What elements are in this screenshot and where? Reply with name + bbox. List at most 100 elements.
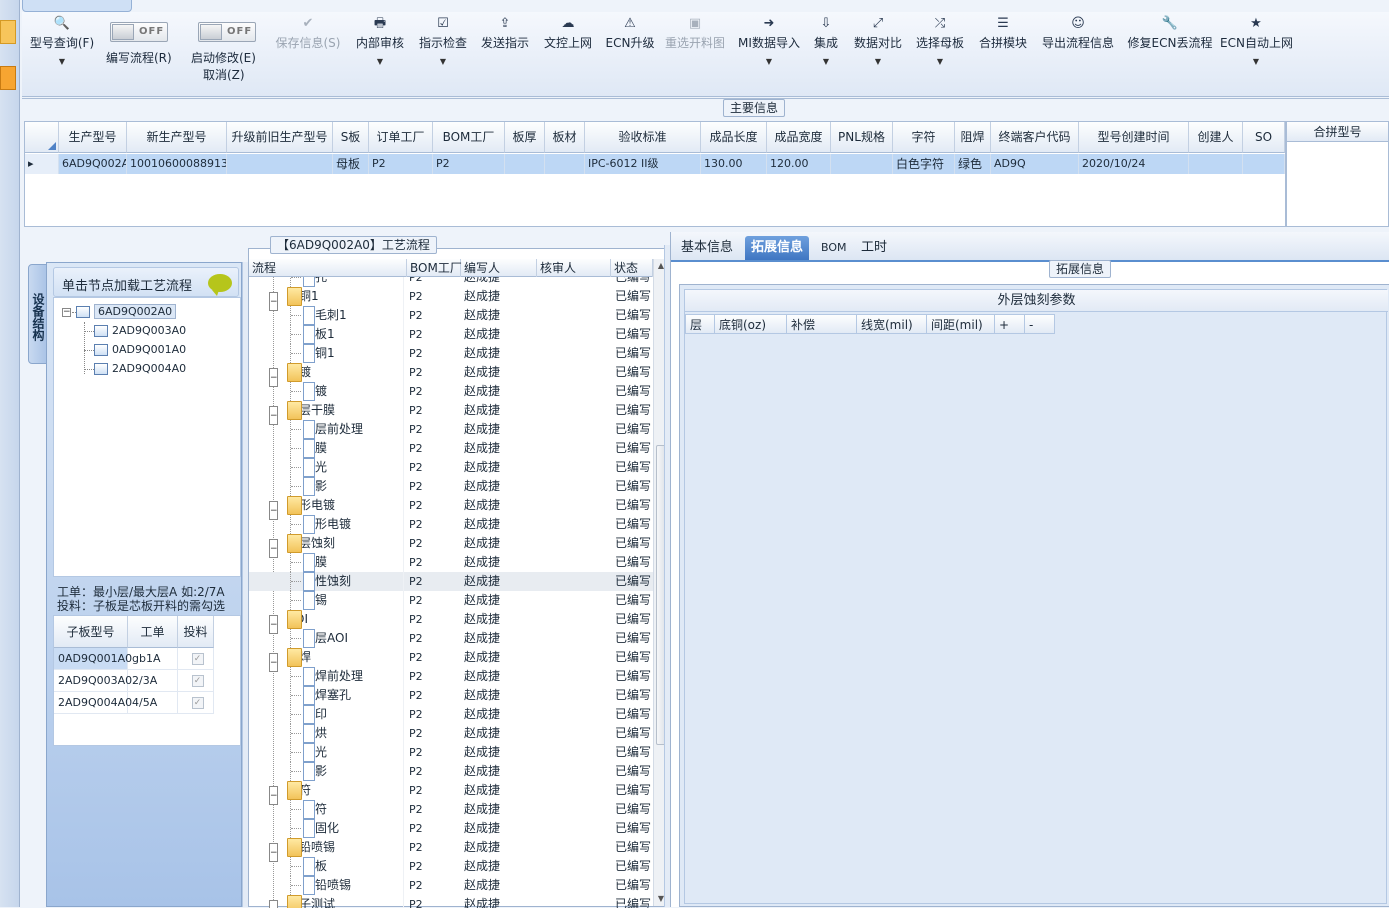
chevron-down-icon[interactable]: ▼ [1220,57,1292,66]
tab-bom[interactable]: BOM [815,236,853,260]
col-header[interactable]: BOM工厂 [407,259,462,277]
col-header[interactable]: 阻焊 [955,122,991,153]
table-cell[interactable] [227,154,333,174]
flow-row[interactable]: 去毛刺1 P2 赵成捷 已编写 [249,306,653,325]
chevron-down-icon[interactable]: ▼ [415,57,471,66]
ecn-auto-online-button[interactable]: ★ ECN自动上网 ▼ [1220,12,1293,97]
export-flow-info-button[interactable]: ☺ 导出流程信息 [1038,12,1118,97]
col-header[interactable]: SO [1243,122,1285,153]
flow-row[interactable]: 预烘 P2 赵成捷 已编写 [249,724,653,743]
reselect-cutting-chart-button[interactable]: ▣ 重选开料图 [662,12,728,97]
flow-row[interactable]: 显影 P2 赵成捷 已编写 [249,477,653,496]
flow-row[interactable]: 烘板1 P2 赵成捷 已编写 [249,325,653,344]
flow-row[interactable]: −电子测试P2赵成捷已编写 [249,895,653,908]
start-edit-toggle[interactable]: OFF [198,22,256,42]
collapse-toggle[interactable]: − [62,308,71,317]
flow-row[interactable]: 阻焊塞孔 P2 赵成捷 已编写 [249,686,653,705]
chevron-down-icon[interactable]: ▼ [26,57,98,66]
table-cell[interactable]: IPC-6012 II级 [585,154,701,174]
flow-row[interactable]: −AOIP2赵成捷已编写 [249,610,653,634]
add-row-button[interactable]: + [995,314,1025,334]
write-flow-toggle[interactable]: OFF [110,22,168,42]
col-header[interactable]: 投料 [178,616,214,648]
instruction-check-button[interactable]: ☑ 指示检查 ▼ [415,12,471,97]
chevron-down-icon[interactable]: ▼ [736,57,802,66]
chevron-down-icon[interactable]: ▼ [352,57,408,66]
flow-row[interactable]: − 沉铜1 P2 赵成捷 已编写 [249,287,653,311]
flow-row[interactable]: 外层AOI P2 赵成捷 已编写 [249,629,653,648]
flow-row[interactable]: − 图形电镀 P2 赵成捷 已编写 [249,496,653,520]
left-strip-marker-active[interactable] [0,66,16,90]
tab-basic-info[interactable]: 基本信息 [675,236,739,260]
col-header[interactable]: 编写人 [461,259,537,277]
process-flow-tree[interactable]: 流程 BOM工厂 编写人 核审人 状态 钻孔 P2 赵成捷 已编写 − 沉铜1 P2 赵成捷已… [248,248,668,908]
flow-row[interactable]: 板镀 P2 赵成捷 已编写 [249,382,653,401]
col-header[interactable]: 终端客户代码 [991,122,1079,153]
col-header[interactable]: 线宽(mil) [857,314,927,334]
flow-row[interactable]: − 无铅喷锡 P2 赵成捷 已编写 [249,838,653,862]
col-header[interactable]: BOM工厂 [433,122,505,153]
flow-row[interactable]: 曝光 P2 赵成捷 已编写 [249,458,653,477]
col-header[interactable]: 成品长度 [701,122,767,153]
table-cell[interactable]: 2AD9Q004A0 [54,692,132,714]
integrate-button[interactable]: ⇩ 集成 ▼ [808,12,844,97]
feed-checkbox[interactable]: ✓ [178,670,214,692]
table-cell[interactable]: 白色字符 [893,154,955,174]
table-cell[interactable]: P2 [369,154,433,174]
flow-row[interactable]: 无铅喷锡 P2 赵成捷 已编写 [249,876,653,895]
col-header[interactable]: 生产型号 [59,122,127,153]
table-cell[interactable]: AD9Q [991,154,1079,174]
col-header[interactable]: 升级前旧生产型号 [227,122,333,153]
chevron-down-icon[interactable]: ▼ [850,57,906,66]
board-structure-tree[interactable]: − 6AD9Q002A0 2AD9Q003A0 0AD9Q001A0 2AD9Q… [53,297,241,577]
load-flow-button[interactable]: 单击节点加载工艺流程 [53,267,239,297]
structure-side-tab[interactable]: 设备结构 [28,264,48,364]
table-cell[interactable] [831,154,893,174]
send-instruction-button[interactable]: ⇪ 发送指示 [477,12,533,97]
table-cell[interactable]: 2/3A [128,670,178,692]
flow-row[interactable]: 显影 P2 赵成捷 已编写 [249,762,653,781]
table-cell[interactable]: 2AD9Q003A0 [54,670,132,692]
main-info-table[interactable]: 生产型号 新生产型号 升级前旧生产型号 S板 订单工厂 BOM工厂 板厚 板材 … [24,121,1286,227]
feed-checkbox[interactable]: ✓ [178,692,214,714]
col-header[interactable]: 核审人 [537,259,611,277]
remove-row-button[interactable]: - [1025,314,1055,334]
ecn-upgrade-button[interactable]: ⚠ ECN升级 [602,12,658,97]
col-header[interactable]: 层 [685,314,715,334]
table-cell[interactable]: P2 [433,154,505,174]
table-cell[interactable]: 2020/10/24 [1079,154,1189,174]
flow-row[interactable]: 沉铜1 P2 赵成捷 已编写 [249,344,653,363]
combined-model-list[interactable]: 合拼型号 [1286,121,1389,227]
feed-checkbox[interactable]: ✓ [178,648,214,670]
window-title-tab[interactable] [22,0,132,12]
table-cell[interactable] [1189,154,1243,174]
table-cell[interactable]: 10010600088913 [127,154,227,174]
col-header[interactable]: 验收标准 [585,122,701,153]
select-motherboard-button[interactable]: ⤮ 选择母板 ▼ [912,12,968,97]
combine-module-button[interactable]: ☰ 合拼模块 [975,12,1031,97]
col-header[interactable]: 成品宽度 [767,122,831,153]
col-header[interactable]: 板厚 [505,122,545,153]
table-cell[interactable]: 0AD9Q001A0 [54,648,132,670]
flow-row[interactable]: −电镀P2赵成捷已编写 [249,363,653,387]
table-cell[interactable] [545,154,585,174]
flow-row[interactable]: 字符 P2 赵成捷 已编写 [249,800,653,819]
flow-row[interactable]: 终固化 P2 赵成捷 已编写 [249,819,653,838]
flow-row[interactable]: 退膜 P2 赵成捷 已编写 [249,553,653,572]
flow-row[interactable]: −字符P2赵成捷已编写 [249,781,653,805]
doc-control-online-button[interactable]: ☁ 文控上网 [540,12,596,97]
flow-row[interactable]: 外层前处理 P2 赵成捷 已编写 [249,420,653,439]
flow-row[interactable]: 烘板 P2 赵成捷 已编写 [249,857,653,876]
flow-row[interactable]: 图形电镀 P2 赵成捷 已编写 [249,515,653,534]
tree-node-root[interactable]: 6AD9Q002A0 [76,303,177,321]
table-cell[interactable]: 130.00 [701,154,767,174]
table-cell[interactable]: 母板 [333,154,369,174]
flow-row[interactable]: 贴膜 P2 赵成捷 已编写 [249,439,653,458]
chevron-down-icon[interactable]: ▼ [808,57,844,66]
chevron-down-icon[interactable]: ▼ [912,57,968,66]
col-header[interactable]: 底铜(oz) [715,314,787,334]
col-header[interactable]: 字符 [893,122,955,153]
table-cell[interactable]: 4/5A [128,692,178,714]
col-header[interactable]: 流程 [249,259,407,277]
data-compare-button[interactable]: ⤢ 数据对比 ▼ [850,12,906,97]
